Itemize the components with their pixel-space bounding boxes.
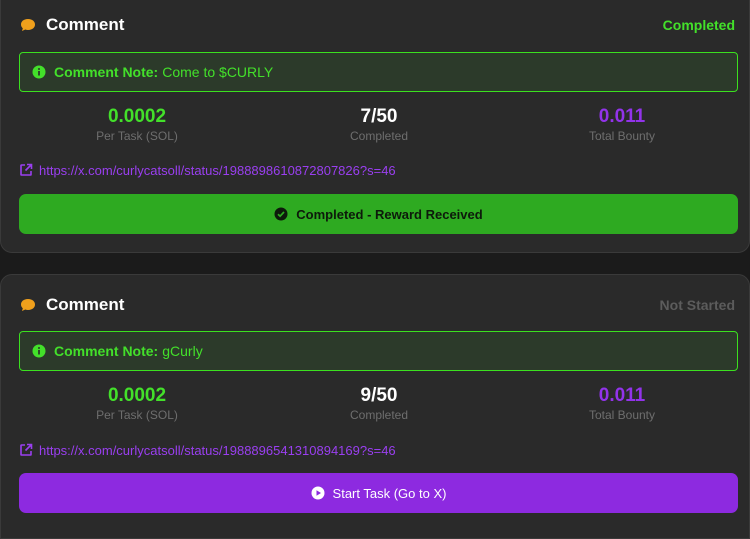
button-label: Completed - Reward Received — [296, 206, 483, 222]
comment-note: Comment Note: gCurly — [19, 331, 738, 371]
start-task-button[interactable]: Start Task (Go to X) — [19, 473, 738, 513]
task-link-text[interactable]: https://x.com/curlycatsoll/status/198889… — [39, 163, 396, 178]
task-card: Comment Completed Comment Note: Come to … — [0, 0, 750, 253]
status-badge: Completed — [662, 17, 735, 33]
stat-value: 9/50 — [360, 385, 398, 406]
stat-total-bounty: 0.011 Total Bounty — [522, 385, 722, 423]
stat-label: Completed — [349, 129, 409, 143]
stat-total-bounty: 0.011 Total Bounty — [522, 106, 722, 144]
stat-value: 0.0002 — [107, 385, 167, 406]
info-icon — [32, 65, 46, 79]
task-stats: 0.0002 Per Task (SOL) 9/50 Completed 0.0… — [1, 385, 750, 425]
button-label: Start Task (Go to X) — [332, 485, 447, 501]
stat-completed: 7/50 Completed — [279, 106, 479, 144]
chat-bubble-icon — [19, 16, 37, 34]
status-badge: Not Started — [659, 297, 735, 313]
stat-per-task: 0.0002 Per Task (SOL) — [37, 385, 237, 423]
stat-label: Total Bounty — [588, 129, 656, 143]
task-title: Comment — [46, 295, 125, 314]
external-link-icon — [19, 163, 33, 177]
task-header: Comment Completed — [19, 13, 735, 37]
comment-note-label: Comment Note: — [54, 64, 159, 80]
task-link[interactable]: https://x.com/curlycatsoll/status/198889… — [19, 441, 396, 459]
stat-value: 7/50 — [360, 106, 398, 127]
task-link-text[interactable]: https://x.com/curlycatsoll/status/198889… — [39, 443, 396, 458]
external-link-icon — [19, 443, 33, 457]
stat-value: 0.0002 — [107, 106, 167, 127]
check-circle-icon — [274, 207, 288, 221]
task-header: Comment Not Started — [19, 293, 735, 317]
stat-label: Total Bounty — [588, 408, 656, 422]
stat-label: Completed — [349, 408, 409, 422]
comment-note: Comment Note: Come to $CURLY — [19, 52, 738, 92]
info-icon — [32, 344, 46, 358]
stat-value: 0.011 — [598, 385, 646, 406]
task-link[interactable]: https://x.com/curlycatsoll/status/198889… — [19, 161, 396, 179]
stat-completed: 9/50 Completed — [279, 385, 479, 423]
stat-label: Per Task (SOL) — [96, 408, 178, 422]
task-title: Comment — [46, 15, 125, 34]
stat-label: Per Task (SOL) — [96, 129, 178, 143]
stat-per-task: 0.0002 Per Task (SOL) — [37, 106, 237, 144]
completed-reward-button[interactable]: Completed - Reward Received — [19, 194, 738, 234]
comment-note-text: Come to $CURLY — [162, 64, 274, 80]
task-card: Comment Not Started Comment Note: gCurly… — [0, 274, 750, 539]
stat-value: 0.011 — [598, 106, 646, 127]
comment-note-label: Comment Note: — [54, 343, 159, 359]
chat-bubble-icon — [19, 296, 37, 314]
play-circle-icon — [311, 486, 325, 500]
comment-note-text: gCurly — [162, 343, 203, 359]
task-stats: 0.0002 Per Task (SOL) 7/50 Completed 0.0… — [1, 106, 750, 146]
